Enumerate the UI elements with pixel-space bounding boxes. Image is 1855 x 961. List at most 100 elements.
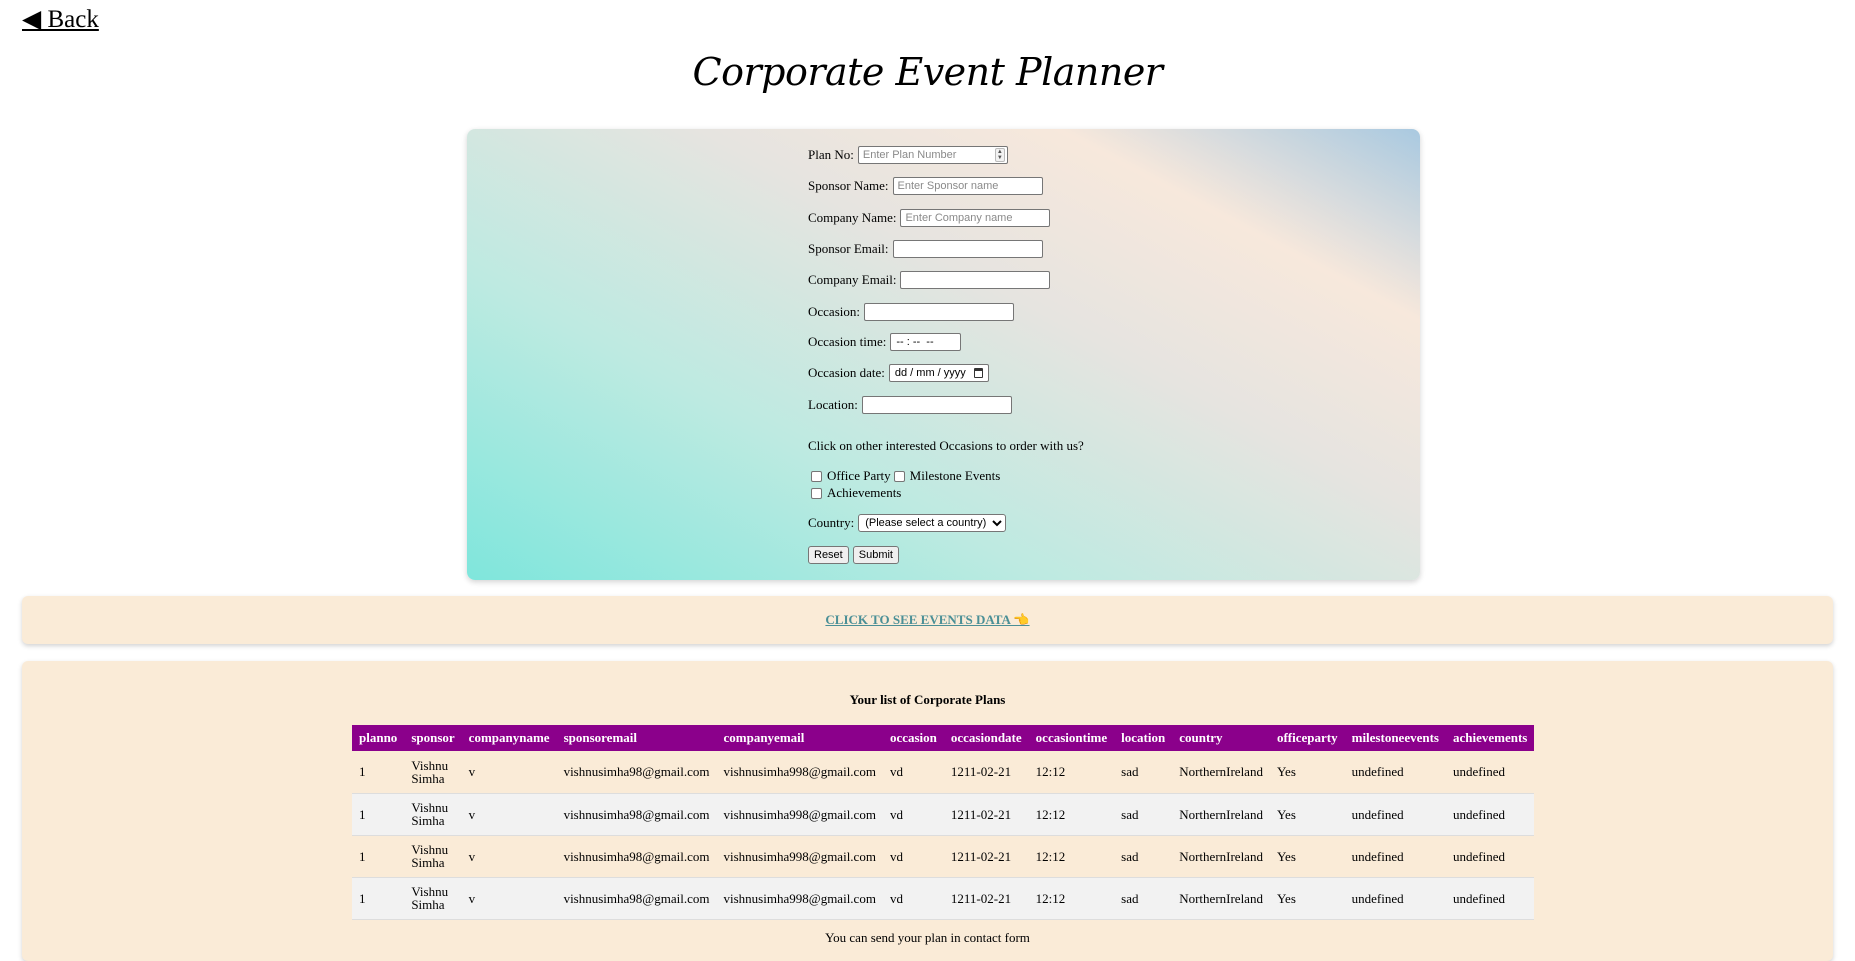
- table-cell: NorthernIreland: [1172, 793, 1270, 836]
- occasion-row: Occasion:: [808, 302, 1014, 322]
- office-party-label: Office Party: [827, 468, 891, 483]
- company-name-input[interactable]: [900, 209, 1051, 227]
- milestone-events-label: Milestone Events: [909, 468, 1001, 483]
- company-name-row: Company Name:: [808, 208, 1051, 228]
- plan-no-field: ▲▼: [857, 146, 1008, 164]
- table-cell: vishnusimha998@gmail.com: [716, 793, 883, 836]
- table-cell: Vishnu Simha: [404, 877, 462, 920]
- column-header: occasiondate: [943, 725, 1029, 751]
- table-cell: undefined: [1344, 835, 1446, 878]
- table-cell: vishnusimha98@gmail.com: [556, 835, 717, 878]
- back-link[interactable]: ◀ Back: [22, 4, 99, 34]
- column-header: occasiontime: [1028, 725, 1115, 751]
- sponsor-email-input[interactable]: [892, 240, 1043, 258]
- table-cell: undefined: [1445, 793, 1535, 836]
- company-email-label: Company Email:: [808, 272, 897, 287]
- table-cell: NorthernIreland: [1172, 751, 1270, 794]
- location-label: Location:: [808, 397, 858, 412]
- column-header: achievements: [1445, 725, 1535, 751]
- table-cell: 1: [352, 835, 405, 878]
- sponsor-name-label: Sponsor Name:: [808, 178, 889, 193]
- plans-header-row: planno sponsor companyname sponsoremail …: [352, 725, 1535, 751]
- company-email-row: Company Email:: [808, 270, 1051, 290]
- table-row: 1 Vishnu Simha v vishnusimha98@gmail.com…: [352, 835, 1535, 878]
- office-party-checkbox[interactable]: [811, 470, 822, 482]
- company-email-input[interactable]: [900, 271, 1051, 289]
- sponsor-email-row: Sponsor Email:: [808, 239, 1043, 259]
- table-cell: vishnusimha998@gmail.com: [716, 877, 883, 920]
- plan-no-row: Plan No: ▲▼: [808, 145, 1008, 165]
- interest-prompt-row: Click on other interested Occasions to o…: [808, 436, 1084, 456]
- spinner-icon[interactable]: ▲ ▼: [994, 148, 1005, 162]
- plans-panel: Your list of Corporate Plans planno spon…: [22, 661, 1833, 961]
- events-data-link[interactable]: CLICK TO SEE EVENTS DATA 👈: [825, 612, 1029, 628]
- table-cell: v: [461, 877, 557, 920]
- table-cell: 1211-02-21: [943, 877, 1029, 920]
- column-header: sponsor: [404, 725, 462, 751]
- table-row: 1 Vishnu Simha v vishnusimha98@gmail.com…: [352, 751, 1535, 794]
- location-input[interactable]: [861, 396, 1012, 414]
- table-cell: undefined: [1445, 751, 1535, 794]
- country-label: Country:: [808, 515, 855, 530]
- page-title: Corporate Event Planner: [692, 50, 1163, 94]
- calendar-icon[interactable]: [973, 368, 983, 378]
- table-cell: 1: [352, 751, 405, 794]
- table-cell: Vishnu Simha: [404, 793, 462, 836]
- plan-no-label: Plan No:: [808, 147, 854, 162]
- occasion-label: Occasion:: [808, 304, 860, 319]
- table-cell: vd: [882, 835, 944, 878]
- reset-button[interactable]: Reset: [808, 546, 849, 564]
- table-cell: v: [461, 751, 557, 794]
- table-cell: v: [461, 793, 557, 836]
- occasion-date-input[interactable]: dd / mm / yyyy: [888, 364, 989, 382]
- submit-button[interactable]: Submit: [852, 546, 899, 564]
- column-header: planno: [352, 725, 405, 751]
- country-select[interactable]: (Please select a country): [858, 514, 1007, 532]
- table-cell: vishnusimha998@gmail.com: [716, 835, 883, 878]
- checkbox-row-2: Achievements: [808, 483, 901, 503]
- column-header: companyname: [461, 725, 557, 751]
- table-cell: Yes: [1269, 835, 1345, 878]
- table-cell: 12:12: [1028, 877, 1115, 920]
- table-cell: NorthernIreland: [1172, 877, 1270, 920]
- table-cell: 12:12: [1028, 793, 1115, 836]
- footer-note: You can send your plan in contact form: [825, 930, 1030, 945]
- table-cell: undefined: [1344, 751, 1446, 794]
- table-cell: undefined: [1445, 835, 1535, 878]
- table-row: 1 Vishnu Simha v vishnusimha98@gmail.com…: [352, 877, 1535, 920]
- table-cell: Vishnu Simha: [404, 835, 462, 878]
- table-cell: vd: [882, 793, 944, 836]
- achievements-checkbox[interactable]: [811, 487, 822, 499]
- occasion-date-row: Occasion date: dd / mm / yyyy: [808, 363, 989, 383]
- plan-no-input[interactable]: [857, 146, 1008, 164]
- location-row: Location:: [808, 395, 1012, 415]
- table-cell: sad: [1114, 877, 1173, 920]
- table-cell: vd: [882, 877, 944, 920]
- table-cell: vd: [882, 751, 944, 794]
- table-cell: undefined: [1344, 877, 1446, 920]
- table-cell: 1211-02-21: [943, 835, 1029, 878]
- table-cell: 12:12: [1028, 835, 1115, 878]
- table-cell: v: [461, 835, 557, 878]
- company-name-label: Company Name:: [808, 210, 897, 225]
- sponsor-name-input[interactable]: [892, 177, 1043, 195]
- events-data-bar: CLICK TO SEE EVENTS DATA 👈: [22, 596, 1833, 644]
- table-cell: 1: [352, 793, 405, 836]
- table-row: 1 Vishnu Simha v vishnusimha98@gmail.com…: [352, 793, 1535, 836]
- table-cell: vishnusimha98@gmail.com: [556, 877, 717, 920]
- occasion-time-input[interactable]: -- : -- --: [890, 333, 962, 351]
- table-cell: NorthernIreland: [1172, 835, 1270, 878]
- occasion-date-display: dd / mm / yyyy: [894, 367, 966, 379]
- table-cell: vishnusimha98@gmail.com: [556, 793, 717, 836]
- occasion-time-row: Occasion time: -- : -- --: [808, 332, 962, 352]
- table-cell: Yes: [1269, 877, 1345, 920]
- occasion-input[interactable]: [863, 303, 1014, 321]
- column-header: country: [1172, 725, 1270, 751]
- column-header: occasion: [882, 725, 944, 751]
- occasion-time-display: -- : -- --: [896, 336, 934, 348]
- form-actions: Reset Submit: [808, 545, 903, 565]
- column-header: officeparty: [1269, 725, 1345, 751]
- table-cell: Yes: [1269, 751, 1345, 794]
- milestone-events-checkbox[interactable]: [893, 470, 905, 482]
- table-cell: sad: [1114, 835, 1173, 878]
